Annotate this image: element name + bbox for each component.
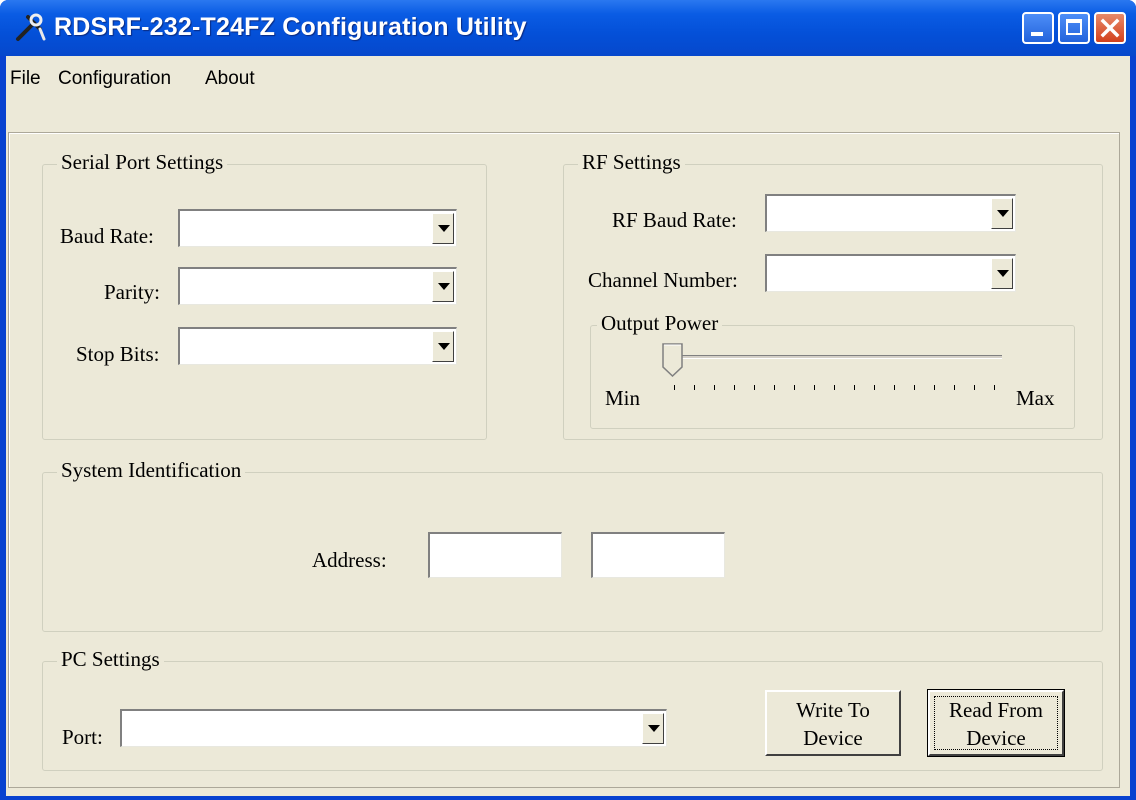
write-to-device-button[interactable]: Write To Device: [765, 690, 901, 756]
close-button[interactable]: [1094, 12, 1126, 44]
port-combo[interactable]: [120, 709, 667, 747]
minimize-icon: [1031, 32, 1043, 36]
minimize-button[interactable]: [1022, 12, 1054, 44]
title-bar[interactable]: RDSRF-232-T24FZ Configuration Utility: [0, 0, 1136, 56]
slider-tick: [914, 385, 915, 390]
maximize-button[interactable]: [1058, 12, 1090, 44]
channel-number-label: Channel Number:: [588, 268, 738, 292]
close-icon: [1100, 18, 1120, 38]
slider-tick: [774, 385, 775, 390]
chevron-down-icon[interactable]: [432, 331, 454, 362]
output-power-min-label: Min: [605, 386, 641, 410]
address-label: Address:: [312, 548, 387, 572]
slider-tick: [694, 385, 695, 390]
pc-settings-title: PC Settings: [57, 647, 164, 672]
parity-combo[interactable]: [178, 267, 457, 305]
address-field-2[interactable]: [591, 532, 725, 578]
chevron-down-icon[interactable]: [991, 198, 1013, 229]
serial-port-title: Serial Port Settings: [57, 150, 228, 175]
system-identification-group: System Identification: [42, 458, 1103, 632]
output-power-slider-thumb[interactable]: [662, 343, 684, 377]
focus-rectangle: [934, 696, 1058, 750]
slider-tick: [814, 385, 815, 390]
rf-baud-rate-combo[interactable]: [765, 194, 1016, 232]
menu-about[interactable]: About: [205, 68, 255, 90]
slider-tick: [734, 385, 735, 390]
baud-rate-label: Baud Rate:: [60, 224, 154, 248]
slider-tick: [794, 385, 795, 390]
menu-configuration[interactable]: Configuration: [58, 68, 171, 90]
slider-tick: [894, 385, 895, 390]
slider-tick: [954, 385, 955, 390]
rf-baud-rate-label: RF Baud Rate:: [612, 208, 737, 232]
channel-number-combo[interactable]: [765, 254, 1016, 292]
slider-tick: [834, 385, 835, 390]
application-window: RDSRF-232-T24FZ Configuration Utility Fi…: [0, 0, 1136, 800]
slider-tick: [874, 385, 875, 390]
port-label: Port:: [62, 725, 103, 749]
write-to-device-line1: Write To: [796, 698, 870, 722]
slider-tick: [674, 385, 675, 390]
output-power-max-label: Max: [1016, 386, 1055, 410]
slider-tick: [974, 385, 975, 390]
slider-tick: [754, 385, 755, 390]
slider-tick: [934, 385, 935, 390]
output-power-slider-track[interactable]: [668, 355, 1002, 359]
address-field-1[interactable]: [428, 532, 562, 578]
output-power-title: Output Power: [597, 311, 723, 336]
output-power-group: Output Power: [590, 311, 1075, 429]
chevron-down-icon[interactable]: [642, 713, 664, 744]
slider-tick: [994, 385, 995, 390]
write-to-device-line2: Device: [803, 726, 863, 750]
stop-bits-combo[interactable]: [178, 327, 457, 365]
read-from-device-button[interactable]: Read From Device: [927, 689, 1065, 757]
menu-file[interactable]: File: [10, 68, 41, 90]
tools-icon: [16, 13, 46, 41]
system-identification-title: System Identification: [57, 458, 246, 483]
slider-tick: [854, 385, 855, 390]
stop-bits-label: Stop Bits:: [76, 342, 160, 366]
parity-label: Parity:: [104, 280, 160, 304]
menu-bar: File Configuration About: [6, 56, 1130, 100]
chevron-down-icon[interactable]: [432, 213, 454, 244]
slider-tick: [714, 385, 715, 390]
baud-rate-combo[interactable]: [178, 209, 457, 247]
maximize-icon: [1066, 19, 1082, 35]
chevron-down-icon[interactable]: [432, 271, 454, 302]
chevron-down-icon[interactable]: [991, 258, 1013, 289]
rf-settings-title: RF Settings: [578, 150, 685, 175]
window-title: RDSRF-232-T24FZ Configuration Utility: [54, 13, 527, 41]
